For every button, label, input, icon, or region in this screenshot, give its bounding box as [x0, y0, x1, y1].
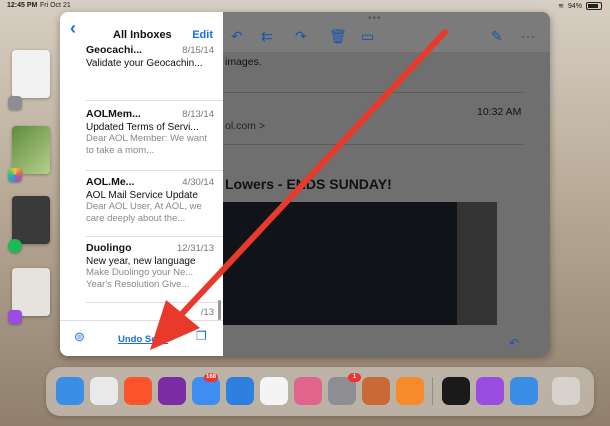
files-app-icon[interactable]	[226, 377, 254, 405]
photos-app-icon[interactable]	[260, 377, 288, 405]
app-library-icon[interactable]	[552, 377, 580, 405]
settings-badge: 1	[348, 373, 361, 382]
overcast-app-icon[interactable]	[396, 377, 424, 405]
pencil-app-icon[interactable]	[362, 377, 390, 405]
arrow-shaft	[175, 29, 448, 321]
chrome-app-icon[interactable]	[90, 377, 118, 405]
annotation-arrow	[150, 29, 448, 350]
brave-app-icon[interactable]	[124, 377, 152, 405]
arrow-head	[150, 300, 200, 350]
shortcuts-app-icon[interactable]	[294, 377, 322, 405]
dock: 168 1	[46, 367, 594, 416]
safari-app-icon[interactable]	[56, 377, 84, 405]
spotify-app-icon[interactable]	[442, 377, 470, 405]
mail-badge: 168	[204, 373, 219, 382]
tor-app-icon[interactable]	[158, 377, 186, 405]
safari-app-icon-recent[interactable]	[510, 377, 538, 405]
podcasts-app-icon[interactable]	[476, 377, 504, 405]
dock-divider	[432, 377, 433, 405]
